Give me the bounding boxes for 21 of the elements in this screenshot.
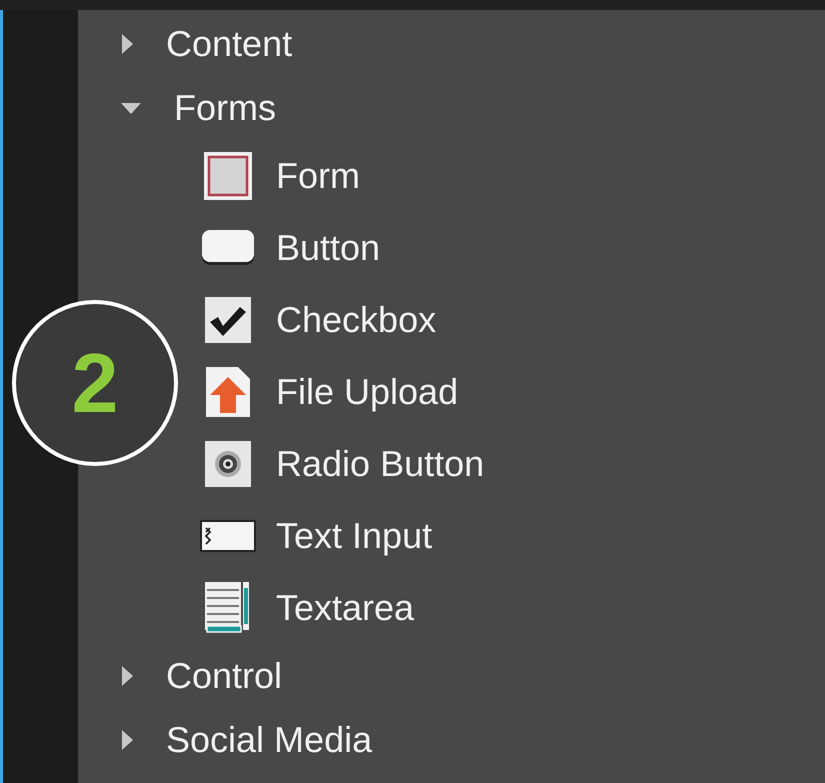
caret-down-icon <box>120 101 142 115</box>
component-item[interactable]: Radio Button <box>198 428 484 500</box>
file-upload-icon <box>204 365 252 419</box>
checkbox-icon <box>204 296 252 344</box>
category-item[interactable]: Forms <box>120 76 276 140</box>
category-item[interactable]: Social Media <box>120 708 372 772</box>
caret-right-icon <box>120 33 134 55</box>
form-icon <box>202 150 254 202</box>
category-item[interactable]: Content <box>120 12 292 76</box>
component-item[interactable]: Checkbox <box>198 284 436 356</box>
component-item[interactable]: Textarea <box>198 572 414 644</box>
component-item[interactable]: Button <box>198 212 380 284</box>
component-item[interactable]: Form <box>198 140 360 212</box>
category-item[interactable]: Control <box>120 644 282 708</box>
component-item[interactable]: File Upload <box>198 356 458 428</box>
caret-right-icon <box>120 729 134 751</box>
radio-button-icon <box>204 440 252 488</box>
component-item[interactable]: Text Input <box>198 500 432 572</box>
caret-right-icon <box>120 665 134 687</box>
text-input-icon <box>200 520 256 552</box>
button-icon <box>200 228 256 268</box>
